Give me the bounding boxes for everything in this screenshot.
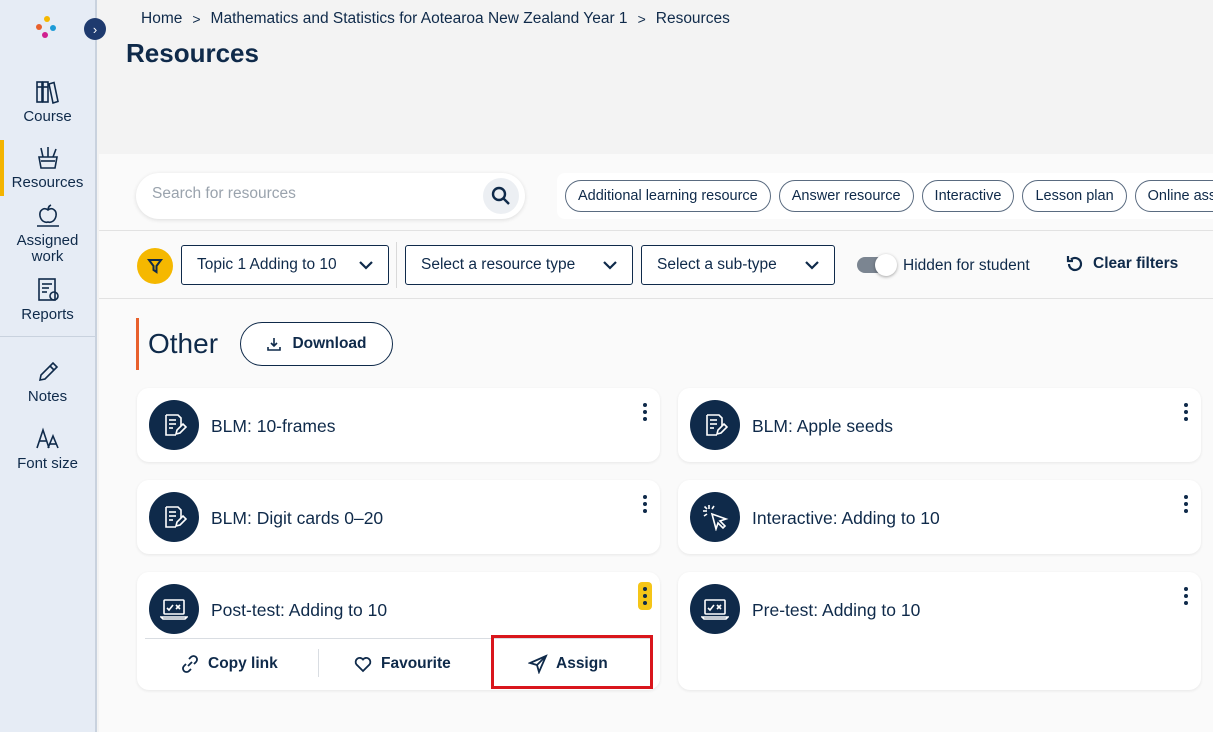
sidebar-item-reports[interactable]: Reports [0, 277, 95, 323]
page-title: Resources [126, 38, 259, 68]
sub-type-select[interactable]: Select a sub-type [641, 245, 835, 285]
breadcrumb-current: Resources [655, 10, 730, 27]
worksheet-icon [690, 400, 740, 450]
more-options-button[interactable] [638, 490, 652, 518]
assigned-work-icon [36, 204, 59, 227]
breadcrumb: Home > Mathematics and Statistics for Ao… [141, 10, 730, 28]
resource-type-chips: Additional learning resource Answer reso… [557, 173, 1213, 219]
chevron-right-icon: > [192, 11, 201, 27]
chip-online-assessment[interactable]: Online asse [1134, 180, 1213, 212]
card-title: Interactive: Adding to 10 [752, 508, 940, 528]
favourite-label: Favourite [381, 655, 451, 672]
more-options-button[interactable] [1179, 398, 1193, 426]
search-input[interactable] [152, 185, 472, 203]
resource-card-expanded[interactable]: Post-test: Adding to 10 Copy link Favour… [137, 572, 660, 690]
sidebar-item-notes[interactable]: Notes [0, 359, 95, 405]
resource-type-select[interactable]: Select a resource type [405, 245, 633, 285]
resource-card[interactable]: Pre-test: Adding to 10 [678, 572, 1201, 690]
search-button[interactable] [483, 178, 519, 214]
heart-icon [354, 657, 372, 673]
copy-link-label: Copy link [208, 655, 278, 672]
laptop-test-icon [149, 584, 199, 634]
resources-icon [37, 147, 58, 169]
card-title: Post-test: Adding to 10 [211, 600, 388, 620]
search-icon [491, 186, 510, 205]
sidebar-item-label: Font size [17, 455, 78, 472]
sidebar-item-label: Resources [11, 174, 84, 191]
assign-highlight-box [491, 635, 653, 689]
download-icon [267, 338, 282, 351]
sidebar-item-label: Notes [27, 388, 68, 405]
chip-additional-learning-resource[interactable]: Additional learning resource [565, 180, 771, 212]
worksheet-icon [149, 400, 199, 450]
more-options-button[interactable] [638, 398, 652, 426]
pencil-icon [38, 361, 58, 382]
toggle-label: Hidden for student [903, 257, 1030, 274]
card-title: Pre-test: Adding to 10 [752, 600, 921, 620]
chevron-right-icon: › [92, 21, 98, 37]
filter-icon [147, 259, 163, 274]
filter-button[interactable] [137, 248, 173, 284]
more-options-button[interactable] [1179, 582, 1193, 610]
app-logo[interactable] [36, 16, 58, 40]
resource-card[interactable]: BLM: Digit cards 0–20 [137, 480, 660, 554]
sidebar-divider [0, 336, 95, 337]
breadcrumb-course[interactable]: Mathematics and Statistics for Aotearoa … [211, 10, 628, 28]
card-actions: Copy link Favourite Assign [145, 635, 653, 689]
card-title: BLM: Digit cards 0–20 [211, 508, 384, 528]
sidebar-collapse-button[interactable]: › [84, 18, 106, 40]
sidebar-item-label: Reports [21, 306, 74, 323]
card-title: BLM: Apple seeds [752, 416, 894, 436]
download-label: Download [292, 335, 367, 352]
chevron-down-icon [359, 261, 373, 270]
divider [396, 242, 397, 288]
chip-answer-resource[interactable]: Answer resource [778, 180, 914, 212]
more-options-button[interactable] [1179, 490, 1193, 518]
sidebar-item-label: Course [23, 108, 72, 125]
topic-select-value: Topic 1 Adding to 10 [197, 256, 337, 273]
more-options-button[interactable] [638, 582, 652, 610]
chip-lesson-plan[interactable]: Lesson plan [1022, 180, 1127, 212]
worksheet-icon [149, 492, 199, 542]
clear-filters-label: Clear filters [1093, 255, 1179, 272]
breadcrumb-home[interactable]: Home [141, 10, 182, 28]
sub-type-select-value: Select a sub-type [657, 256, 777, 273]
font-size-icon [35, 427, 59, 449]
section-accent-bar [136, 318, 139, 370]
resource-type-select-value: Select a resource type [421, 256, 576, 273]
chevron-down-icon [805, 261, 819, 270]
chevron-right-icon: > [637, 11, 646, 27]
topic-select[interactable]: Topic 1 Adding to 10 [181, 245, 389, 285]
main-panel: Additional learning resource Answer reso… [99, 154, 1213, 732]
card-title: BLM: 10-frames [211, 416, 336, 436]
divider [99, 298, 1213, 299]
section-title: Other [148, 328, 219, 359]
divider [318, 649, 319, 677]
chip-interactive[interactable]: Interactive [921, 180, 1015, 212]
sidebar-item-label: Assigned work [16, 232, 79, 265]
reset-icon [1066, 256, 1083, 272]
sidebar-item-course[interactable]: Course [0, 79, 95, 125]
sidebar-item-assigned-work[interactable]: Assigned work [0, 203, 95, 265]
favourite-button[interactable]: Favourite [353, 639, 451, 689]
link-icon [182, 655, 198, 673]
divider [99, 230, 1213, 231]
resource-card[interactable]: Interactive: Adding to 10 [678, 480, 1201, 554]
download-button[interactable]: Download [240, 322, 393, 366]
books-icon [35, 81, 59, 105]
resource-card[interactable]: BLM: 10-frames [137, 388, 660, 462]
search-box [136, 173, 525, 219]
copy-link-button[interactable]: Copy link [180, 639, 278, 689]
reports-icon [37, 278, 59, 301]
clear-filters-button[interactable]: Clear filters [1065, 254, 1178, 274]
resource-card[interactable]: BLM: Apple seeds [678, 388, 1201, 462]
sidebar-item-font-size[interactable]: Font size [0, 426, 95, 472]
sidebar-item-resources[interactable]: Resources [0, 145, 95, 191]
sidebar: Course Resources Assigned work Reports N… [0, 0, 97, 732]
chevron-down-icon [603, 261, 617, 270]
hidden-for-student-toggle[interactable] [857, 254, 897, 276]
cursor-click-icon [690, 492, 740, 542]
laptop-test-icon [690, 584, 740, 634]
